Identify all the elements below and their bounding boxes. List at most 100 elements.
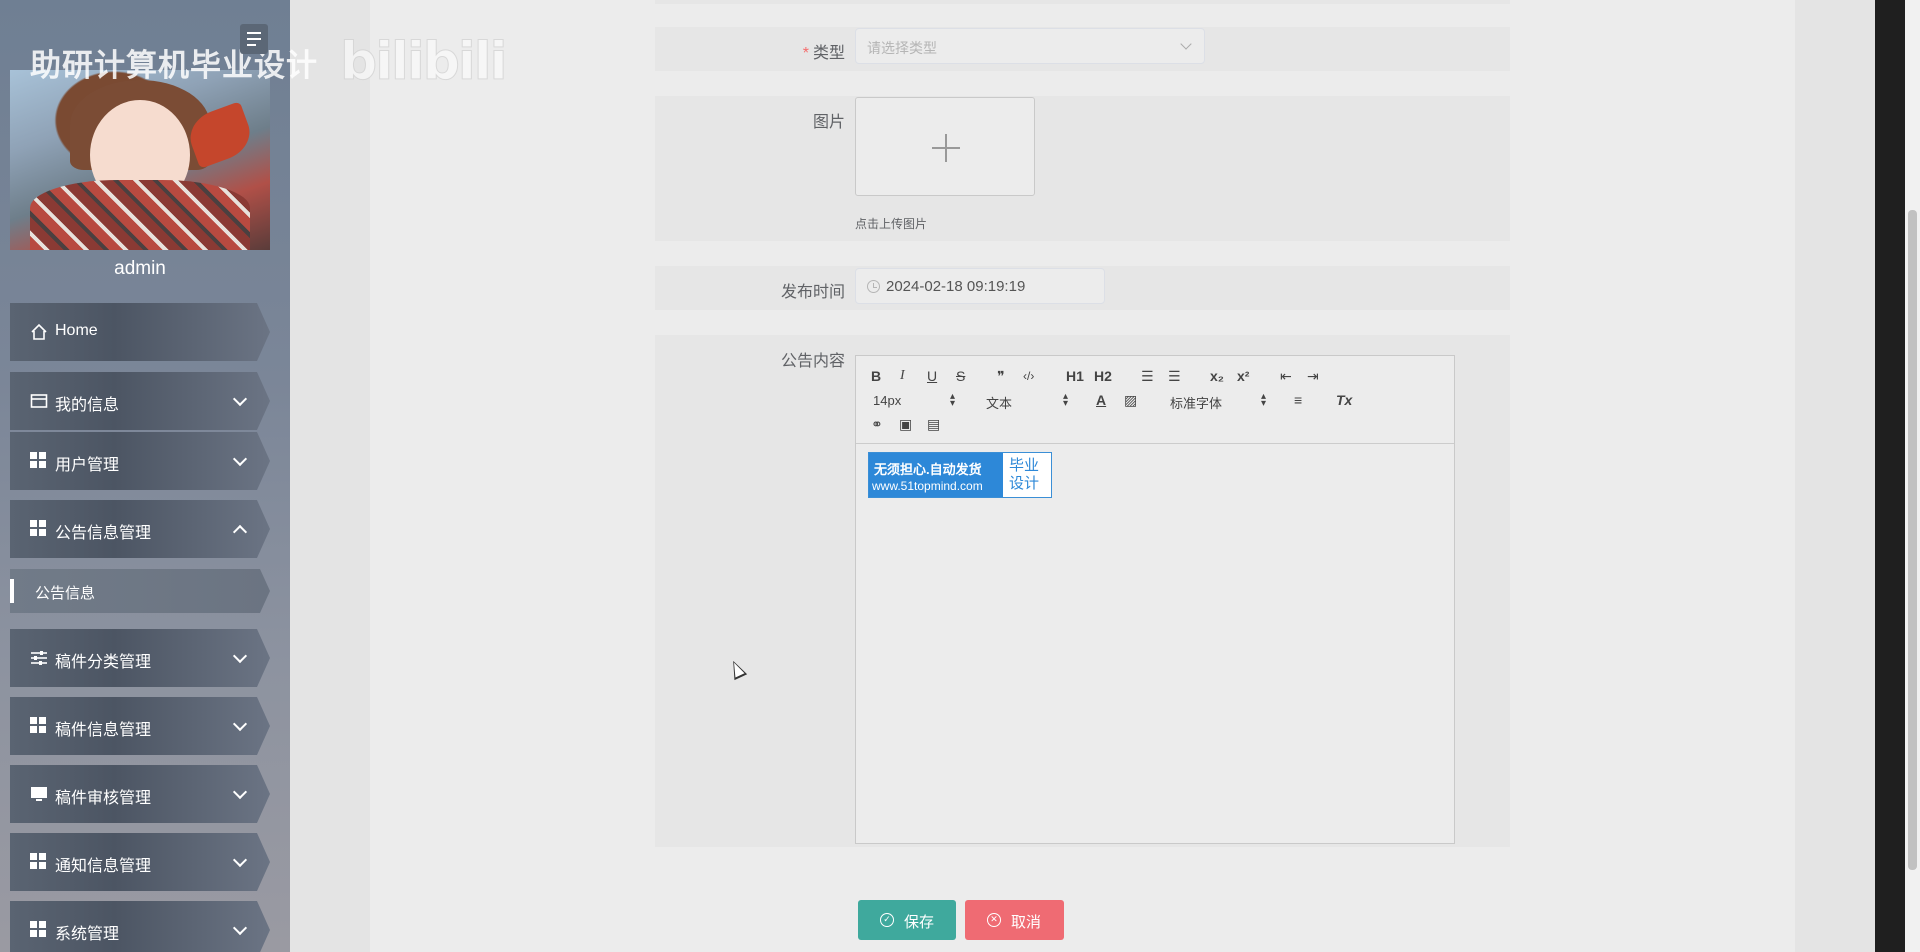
time-label: 发布时间 [780, 284, 845, 301]
italic-icon[interactable]: I [900, 368, 905, 384]
menu-toggle-button[interactable] [240, 24, 268, 54]
clock-icon [867, 280, 880, 293]
bullet-list-icon[interactable]: ☰ [1168, 368, 1181, 384]
username: admin [114, 258, 166, 279]
monitor-icon [30, 785, 48, 803]
sidebar-item-home[interactable]: Home [10, 303, 270, 361]
h2-icon[interactable]: H2 [1094, 368, 1112, 384]
sidebar-item-label: Home [55, 322, 98, 339]
updown-icon: ▴ ▾ [1260, 391, 1266, 409]
video-icon[interactable]: ▤ [927, 416, 940, 432]
strike-icon[interactable]: S [956, 368, 965, 384]
required-marker: * [802, 45, 809, 62]
cancel-button[interactable]: ✕ 取消 [965, 900, 1064, 940]
upload-hint: 点击上传图片 [855, 217, 928, 231]
sidebar-item-label: 稿件信息管理 [55, 722, 152, 739]
check-circle-icon: ✓ [880, 913, 894, 927]
text-color-icon[interactable]: A [1096, 392, 1106, 408]
outdent-icon[interactable]: ⇤ [1280, 368, 1292, 384]
sidebar-item-label: 稿件审核管理 [55, 790, 152, 807]
sidebar-subitem-label: 公告信息 [35, 585, 96, 602]
rich-text-editor: B I U S ❞ ‹/› H1 H2 ☰ ☰ x₂ x² ⇤ ⇥ 14px ▴… [855, 355, 1455, 844]
header-select[interactable]: 文本 ▴ ▾ [986, 391, 1068, 412]
sidebar: admin Home 我的信息 用户管理 公告信息管理 公告信息 稿件分类管理 … [0, 0, 290, 952]
indent-icon[interactable]: ⇥ [1307, 368, 1319, 384]
font-family-select[interactable]: 标准字体 ▴ ▾ [1170, 391, 1266, 412]
banner-line-1: 无须担心.自动发货 [874, 462, 982, 477]
grid-icon [30, 717, 48, 735]
chevron-down-icon [232, 391, 248, 407]
site-title: 助研计算机毕业设计 [30, 48, 318, 84]
sidebar-item-system-management[interactable]: 系统管理 [10, 901, 270, 952]
ordered-list-icon[interactable]: ☰ [1141, 368, 1154, 384]
editor-toolbar: B I U S ❞ ‹/› H1 H2 ☰ ☰ x₂ x² ⇤ ⇥ 14px ▴… [856, 356, 1454, 444]
image-icon[interactable]: ▣ [899, 416, 912, 432]
sidebar-item-review-management[interactable]: 稿件审核管理 [10, 765, 270, 823]
code-icon[interactable]: ‹/› [1023, 368, 1034, 384]
sidebar-item-users[interactable]: 用户管理 [10, 432, 270, 490]
type-label: * 类型 [802, 45, 845, 62]
sidebar-item-label: 公告信息管理 [55, 525, 152, 542]
close-circle-icon: ✕ [987, 913, 1001, 927]
font-size-value: 14px [873, 393, 902, 408]
h1-icon[interactable]: H1 [1066, 368, 1084, 384]
card-icon [30, 392, 48, 410]
cancel-button-label: 取消 [1011, 914, 1042, 931]
superscript-icon[interactable]: x² [1237, 368, 1249, 384]
grid-icon [30, 921, 48, 939]
home-icon [30, 323, 48, 341]
grid-icon [30, 452, 48, 470]
publish-time-picker[interactable]: 2024-02-18 09:19:19 [855, 268, 1105, 304]
form-row-image: 图片 [655, 96, 1510, 241]
promo-banner-image: 无须担心.自动发货 www.51topmind.com 毕业设计 [868, 452, 1052, 498]
sidebar-item-category-management[interactable]: 稿件分类管理 [10, 629, 270, 687]
sidebar-item-my-info[interactable]: 我的信息 [10, 372, 270, 430]
quote-icon[interactable]: ❞ [997, 368, 1005, 384]
bold-icon[interactable]: B [871, 368, 881, 384]
save-button[interactable]: ✓ 保存 [858, 900, 956, 940]
save-button-label: 保存 [904, 914, 935, 931]
sidebar-item-manuscript-management[interactable]: 稿件信息管理 [10, 697, 270, 755]
chevron-down-icon [232, 852, 248, 868]
sidebar-item-label: 通知信息管理 [55, 858, 152, 875]
updown-icon: ▴ ▾ [949, 391, 955, 409]
grid-icon [30, 520, 48, 538]
content-gutter-right [1795, 0, 1875, 952]
sidebar-item-label: 我的信息 [55, 397, 120, 414]
font-size-select[interactable]: 14px ▴ ▾ [873, 391, 955, 409]
subscript-icon[interactable]: x₂ [1210, 368, 1224, 384]
chevron-down-icon [1180, 38, 1192, 50]
chevron-down-icon [232, 920, 248, 936]
align-icon[interactable]: ≡ [1294, 392, 1302, 408]
background-color-icon[interactable]: ▨ [1124, 392, 1137, 408]
watermark-logo: bilibili [339, 32, 507, 93]
scrollbar-thumb[interactable] [1908, 210, 1917, 870]
sidebar-subitem-notice-info[interactable]: 公告信息 [10, 569, 270, 613]
type-select[interactable]: 请选择类型 [855, 28, 1205, 64]
updown-icon: ▴ ▾ [1062, 391, 1068, 409]
banner-side: 毕业设计 [1009, 457, 1040, 492]
link-icon[interactable]: ⚭ [871, 416, 883, 432]
banner-line-2: www.51topmind.com [872, 479, 983, 493]
window-edge [1875, 0, 1905, 952]
type-select-placeholder: 请选择类型 [867, 40, 937, 56]
image-label: 图片 [812, 114, 845, 131]
chevron-down-icon [232, 784, 248, 800]
chevron-down-icon [232, 451, 248, 467]
sliders-icon [30, 649, 48, 667]
clear-format-icon[interactable]: Tx [1336, 392, 1352, 408]
font-family-value: 标准字体 [1170, 396, 1223, 411]
header-select-value: 文本 [986, 396, 1013, 411]
underline-icon[interactable]: U [927, 368, 937, 384]
sidebar-item-label: 稿件分类管理 [55, 654, 152, 671]
sidebar-item-notification-management[interactable]: 通知信息管理 [10, 833, 270, 891]
sidebar-item-label: 用户管理 [55, 457, 120, 474]
image-upload[interactable] [855, 97, 1035, 196]
sidebar-item-notice-management[interactable]: 公告信息管理 [10, 500, 270, 558]
publish-time-value: 2024-02-18 09:19:19 [886, 278, 1026, 295]
chevron-down-icon [232, 648, 248, 664]
content-gutter-left [290, 0, 370, 952]
sidebar-item-label: 系统管理 [55, 926, 120, 943]
avatar [10, 70, 270, 250]
content-label: 公告内容 [780, 353, 845, 370]
